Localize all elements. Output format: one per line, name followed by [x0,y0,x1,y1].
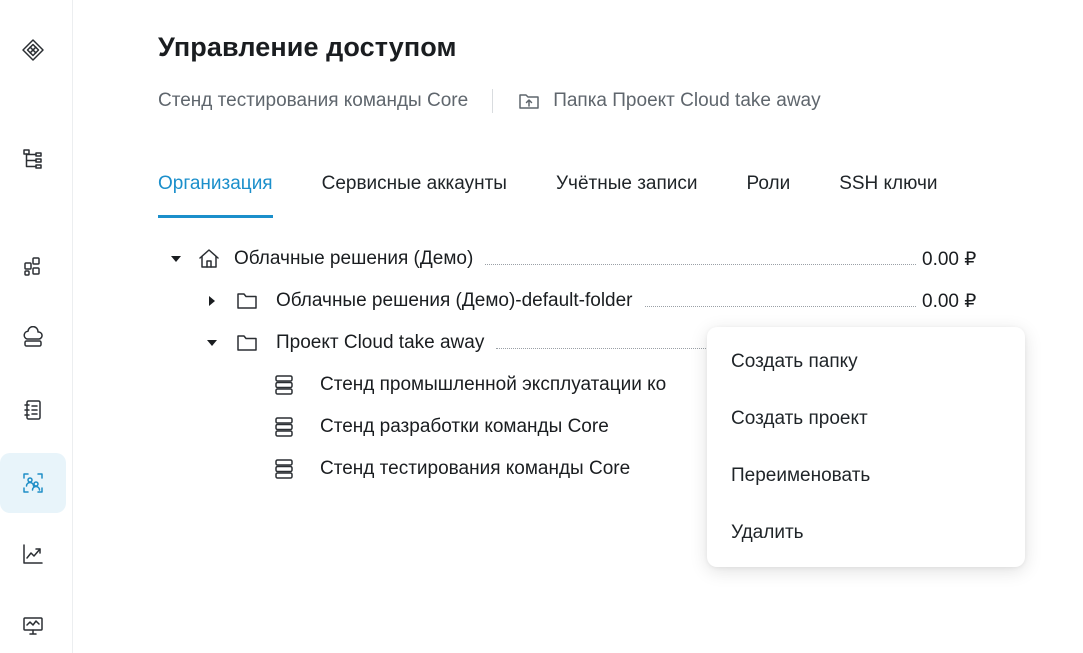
hierarchy-tree-icon[interactable] [0,129,66,189]
tree-row-label: Облачные решения (Демо)-default-folder [276,290,633,311]
tree-row-default-folder[interactable]: Облачные решения (Демо)-default-folder 0… [158,280,988,322]
server-stack-icon [271,456,297,482]
menu-item-delete[interactable]: Удалить [707,504,1025,561]
folder-icon [234,288,260,314]
tree-row-price: 0.00 ₽ [922,248,977,270]
app-root: Управление доступом Стенд тестирования к… [0,0,1083,653]
home-icon [196,246,222,272]
tab-service-accounts[interactable]: Сервисные аккаунты [322,170,507,218]
context-folder-label: Папка Проект Cloud take away [553,90,821,111]
cloud-storage-icon[interactable] [0,308,66,368]
notebook-icon[interactable] [0,380,66,440]
monitor-icon[interactable] [0,596,66,653]
access-users-icon[interactable] [0,453,66,513]
tree-row-label: Стенд разработки команды Core [320,416,609,437]
leader-dots [644,305,916,307]
page-title: Управление доступом [158,32,457,62]
tab-organization[interactable]: Организация [158,170,273,218]
tab-ssh-keys[interactable]: SSH ключи [839,170,937,218]
tree-row-organization[interactable]: Облачные решения (Демо) 0.00 ₽ [158,238,988,280]
context-breadcrumb: Стенд тестирования команды Core Папка Пр… [158,88,821,114]
services-grid-icon[interactable] [0,236,66,296]
chart-line-icon[interactable] [0,524,66,584]
menu-item-create-project[interactable]: Создать проект [707,390,1025,447]
breadcrumb-divider [492,89,494,113]
caret-right-icon[interactable] [206,295,218,307]
caret-down-icon[interactable] [206,337,218,349]
tree-row-price: 0.00 ₽ [922,290,977,312]
menu-item-create-folder[interactable]: Создать папку [707,333,1025,390]
context-menu: Создать папку Создать проект Переименова… [707,327,1025,567]
tree-row-label: Облачные решения (Демо) [234,248,474,269]
folder-icon [234,330,260,356]
context-folder[interactable]: Папка Проект Cloud take away [517,89,821,113]
sidebar [0,0,73,653]
logo-diamond-icon[interactable] [0,20,66,80]
server-stack-icon [271,372,297,398]
tree-row-label: Стенд тестирования команды Core [320,458,631,479]
tab-roles[interactable]: Роли [747,170,791,218]
tree-row-label: Проект Cloud take away [276,332,485,353]
server-stack-icon [271,414,297,440]
context-project[interactable]: Стенд тестирования команды Core [158,90,468,112]
tab-user-accounts[interactable]: Учётные записи [556,170,698,218]
caret-down-icon[interactable] [170,253,182,265]
tab-bar: Организация Сервисные аккаунты Учётные з… [158,170,987,218]
folder-upload-icon [519,94,539,109]
menu-item-rename[interactable]: Переименовать [707,447,1025,504]
tree-row-label: Стенд промышленной эксплуатации ко [320,374,667,395]
leader-dots [485,263,916,265]
